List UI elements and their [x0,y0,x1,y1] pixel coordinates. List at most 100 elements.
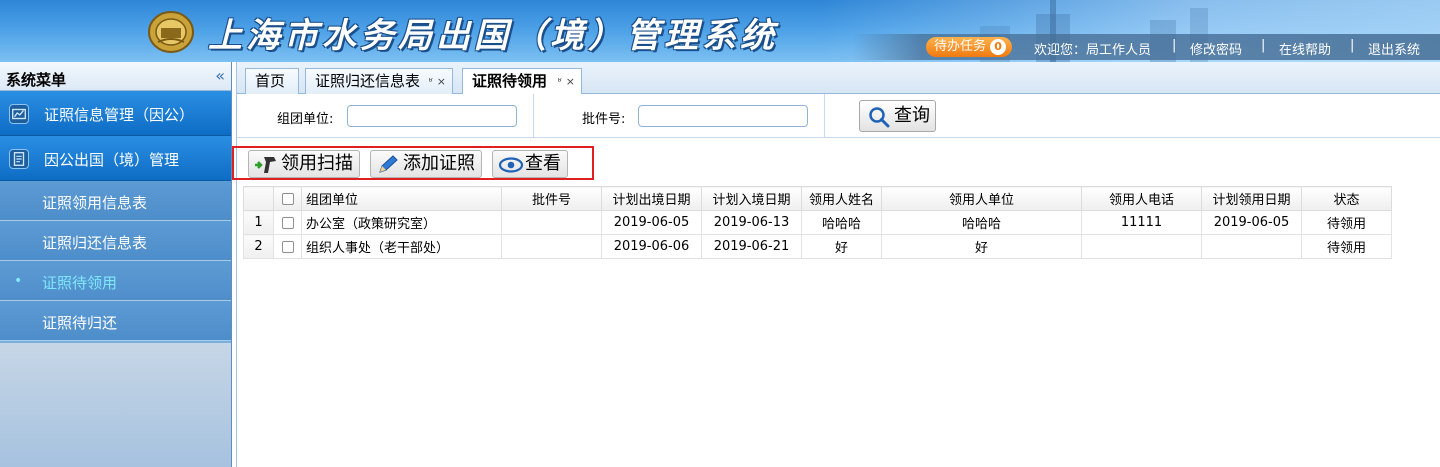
row-checkbox-cell[interactable] [273,234,302,259]
tab-label: 证照待领用 [472,72,548,90]
sidebar-item-label: 证照归还信息表 [42,234,148,252]
menu-group-license-info[interactable]: 证照信息管理（因公） [0,91,231,136]
collect-scan-button[interactable]: 领用扫描 [248,150,360,178]
sidebar-empty-area [0,343,231,467]
change-password-link[interactable]: 修改密码 [1190,39,1242,58]
cell-batch-no [501,210,602,235]
search-divider [824,94,825,138]
column-header[interactable]: 计划领用日期 [1201,186,1302,211]
table-header-row: 组团单位 批件号 计划出境日期 计划入境日期 领用人姓名 领用人单位 领用人电话… [243,186,1392,211]
search-icon [869,107,890,128]
cell-group-unit: 办公室（政策研究室） [301,210,502,235]
menu-group-label: 因公出国（境）管理 [44,151,180,169]
pending-tasks-label: 待办任务 [934,39,987,54]
table-row[interactable]: 1 办公室（政策研究室） 2019-06-05 2019-06-13 哈哈哈 哈… [243,210,1392,235]
logout-link[interactable]: 退出系统 [1368,39,1420,58]
sidebar: 系统菜单 « 证照信息管理（因公） 因公出国（境）管理 证照领用信息表 证照归还… [0,62,232,467]
add-license-button[interactable]: 添加证照 [370,150,482,178]
double-chevron-left-icon[interactable]: « [215,66,225,85]
cell-collector-phone: 11111 [1081,210,1202,235]
sidebar-item-license-return-info[interactable]: 证照归还信息表 [0,221,231,261]
menu-group-label: 证照信息管理（因公） [44,106,195,124]
tab-label: 首页 [255,72,286,90]
chart-icon [9,104,29,124]
tab-close-icon[interactable]: ʶ × [558,69,575,94]
cell-collect-date: 2019-06-05 [1201,210,1302,235]
sidebar-item-label: 证照待归还 [42,314,118,332]
cell-entry-date: 2019-06-13 [701,210,802,235]
system-title: 上海市水务局出国（境）管理系统 [208,16,778,56]
document-icon [9,149,29,169]
tab-license-pending-collect[interactable]: 证照待领用 ʶ × [462,68,582,95]
row-number: 2 [243,234,274,259]
cell-entry-date: 2019-06-21 [701,234,802,259]
search-divider [533,94,534,138]
column-header[interactable]: 状态 [1301,186,1392,211]
row-number-header [243,186,274,211]
cell-collect-date [1201,234,1302,259]
header-divider: | [1172,38,1177,53]
cell-collector-phone [1081,234,1202,259]
sidebar-item-license-pending-return[interactable]: 证照待归还 [0,301,231,341]
sidebar-title: 系统菜单 [6,71,67,89]
eye-icon [498,157,524,173]
column-header[interactable]: 计划入境日期 [701,186,802,211]
cell-batch-no [501,234,602,259]
column-header[interactable]: 领用人电话 [1081,186,1202,211]
cell-status: 待领用 [1301,234,1392,259]
select-all-checkbox[interactable] [281,192,294,205]
header-divider: | [1261,38,1266,53]
query-button[interactable]: 查询 [859,100,936,132]
query-button-label: 查询 [894,105,930,126]
column-header[interactable]: 组团单位 [301,186,502,211]
search-panel: 组团单位: 批件号: 查询 [237,94,1440,138]
table-row[interactable]: 2 组织人事处（老干部处） 2019-06-06 2019-06-21 好 好 … [243,234,1392,259]
tab-label: 证照归还信息表 [315,72,421,90]
column-header[interactable]: 计划出境日期 [601,186,702,211]
cell-exit-date: 2019-06-05 [601,210,702,235]
column-header[interactable]: 批件号 [501,186,602,211]
cell-collector-unit: 好 [881,234,1082,259]
pending-tasks-count-badge: 0 [990,39,1007,55]
app-header: 上海市水务局出国（境）管理系统 待办任务 0 欢迎您：局工作人员 | 修改密码 |… [0,0,1440,62]
license-pending-table: 组团单位 批件号 计划出境日期 计划入境日期 领用人姓名 领用人单位 领用人电话… [243,186,1392,259]
row-checkbox[interactable] [281,216,294,229]
batch-no-label: 批件号: [582,112,626,127]
tab-home[interactable]: 首页 [245,68,299,94]
select-all-checkbox-cell[interactable] [273,186,302,211]
row-checkbox-cell[interactable] [273,210,302,235]
sidebar-item-license-pending-collect[interactable]: • 证照待领用 [0,261,231,301]
main-content: 首页 证照归还信息表 ʶ × 证照待领用 ʶ × 组团单位: 批件号: 查询 领… [232,62,1440,467]
sidebar-item-label: 证照待领用 [42,274,118,292]
menu-group-official-travel[interactable]: 因公出国（境）管理 [0,136,231,181]
batch-no-input[interactable] [638,105,808,127]
tab-close-icon[interactable]: ʶ × [429,69,446,94]
tab-bar: 首页 证照归还信息表 ʶ × 证照待领用 ʶ × [237,62,1440,95]
header-divider: | [1350,38,1355,53]
pencil-icon [379,155,398,173]
row-checkbox[interactable] [281,240,294,253]
action-toolbar: 领用扫描 添加证照 查看 [232,146,1440,182]
pending-tasks-button[interactable]: 待办任务 0 [926,37,1013,57]
column-header[interactable]: 领用人姓名 [801,186,882,211]
welcome-text: 欢迎您：局工作人员 [1034,43,1152,58]
barcode-scanner-icon [255,157,276,173]
cell-collector-name: 好 [801,234,882,259]
tab-license-return-info[interactable]: 证照归还信息表 ʶ × [305,68,453,94]
active-bullet-icon: • [14,273,23,289]
view-label: 查看 [525,153,561,174]
cell-status: 待领用 [1301,210,1392,235]
sidebar-item-license-collect-info[interactable]: 证照领用信息表 [0,181,231,221]
online-help-link[interactable]: 在线帮助 [1279,39,1331,58]
water-bureau-logo-icon [148,11,194,53]
column-header[interactable]: 领用人单位 [881,186,1082,211]
add-license-label: 添加证照 [403,153,475,174]
view-button[interactable]: 查看 [492,150,568,178]
group-unit-label: 组团单位: [277,112,334,127]
cell-collector-unit: 哈哈哈 [881,210,1082,235]
group-unit-input[interactable] [347,105,517,127]
row-number: 1 [243,210,274,235]
sidebar-header: 系统菜单 « [0,62,231,91]
sidebar-item-label: 证照领用信息表 [42,194,148,212]
cell-exit-date: 2019-06-06 [601,234,702,259]
